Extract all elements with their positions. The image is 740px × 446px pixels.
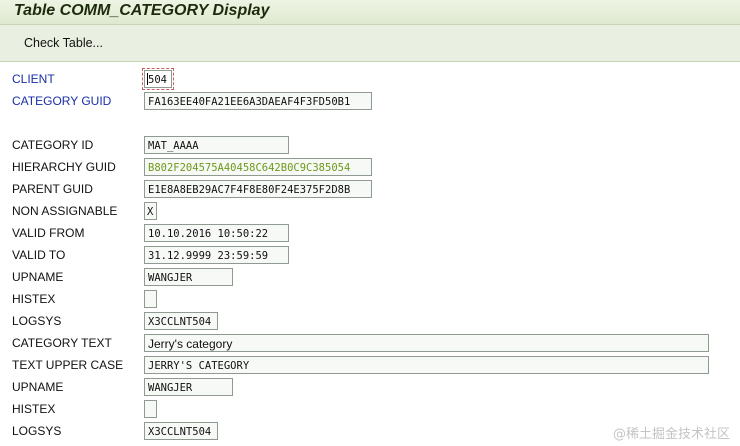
logsys-label-2: LOGSYS xyxy=(12,424,62,438)
upname-label: UPNAME xyxy=(12,270,64,284)
parent-guid-field[interactable]: E1E8A8EB29AC7F4F8E80F24E375F2D8B xyxy=(144,180,372,198)
category-text-label: CATEGORY TEXT xyxy=(12,336,112,350)
upname-field-2[interactable]: WANGJER xyxy=(144,378,233,396)
logsys-field[interactable]: X3CCLNT504 xyxy=(144,312,218,330)
upname-label-2: UPNAME xyxy=(12,380,64,394)
non-assignable-field[interactable]: X xyxy=(144,202,157,220)
non-assignable-label: NON ASSIGNABLE xyxy=(12,204,118,218)
histex-checkbox[interactable] xyxy=(144,290,157,308)
category-id-field[interactable]: MAT_AAAA xyxy=(144,136,289,154)
category-guid-field[interactable]: FA163EE40FA21EE6A3DAEAF4F3FD50B1 xyxy=(144,92,372,110)
parent-guid-label: PARENT GUID xyxy=(12,182,93,196)
client-label: CLIENT xyxy=(12,72,55,86)
category-guid-label: CATEGORY GUID xyxy=(12,94,112,108)
upname-field[interactable]: WANGJER xyxy=(144,268,233,286)
check-table-button[interactable]: Check Table... xyxy=(24,36,103,50)
category-id-label: CATEGORY ID xyxy=(12,138,94,152)
text-upper-case-label: TEXT UPPER CASE xyxy=(12,358,124,372)
text-upper-case-field[interactable]: JERRY'S CATEGORY xyxy=(144,356,709,374)
hierarchy-guid-label: HIERARCHY GUID xyxy=(12,160,116,174)
histex-label: HISTEX xyxy=(12,292,56,306)
client-field[interactable]: 504 xyxy=(142,68,174,90)
page-title: Table COMM_CATEGORY Display xyxy=(14,2,270,19)
watermark: @稀土掘金技术社区 xyxy=(612,427,730,442)
valid-to-field[interactable]: 31.12.9999 23:59:59 xyxy=(144,246,289,264)
title-bar: Table COMM_CATEGORY Display xyxy=(0,0,740,25)
histex-checkbox-2[interactable] xyxy=(144,400,157,418)
valid-to-label: VALID TO xyxy=(12,248,66,262)
valid-from-field[interactable]: 10.10.2016 10:50:22 xyxy=(144,224,289,242)
category-text-field[interactable]: Jerry's category xyxy=(144,334,709,352)
logsys-field-2[interactable]: X3CCLNT504 xyxy=(144,422,218,440)
valid-from-label: VALID FROM xyxy=(12,226,85,240)
histex-label-2: HISTEX xyxy=(12,402,56,416)
application-toolbar: Check Table... xyxy=(0,25,740,62)
hierarchy-guid-field[interactable]: B802F204575A40458C642B0C9C385054 xyxy=(144,158,372,176)
text-cursor xyxy=(147,73,148,85)
logsys-label: LOGSYS xyxy=(12,314,62,328)
client-value: 504 xyxy=(148,74,167,86)
